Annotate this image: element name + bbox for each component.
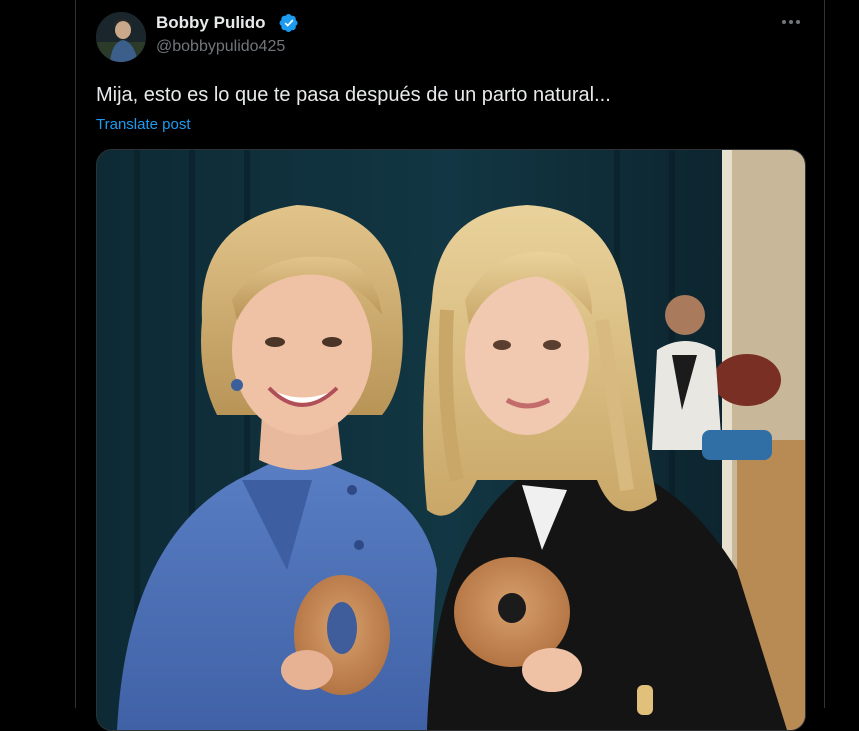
author-display-name[interactable]: Bobby Pulido: [156, 13, 266, 33]
avatar-photo-icon: [96, 12, 146, 62]
timeline-right-border: [824, 0, 825, 708]
photo-image: [97, 150, 805, 730]
translate-post-link[interactable]: Translate post: [96, 116, 191, 133]
post-media-photo[interactable]: [96, 149, 806, 731]
author-handle[interactable]: @bobbypulido425: [156, 38, 285, 56]
more-horizontal-icon: [782, 20, 800, 24]
author-avatar[interactable]: [96, 12, 146, 62]
post-text: Mija, esto es lo que te pasa después de …: [96, 84, 611, 106]
verified-badge-icon: [279, 14, 298, 32]
tweet-post[interactable]: Bobby Pulido @bobbypulido425 Mija, esto …: [76, 0, 824, 731]
more-options-button[interactable]: [776, 10, 806, 36]
